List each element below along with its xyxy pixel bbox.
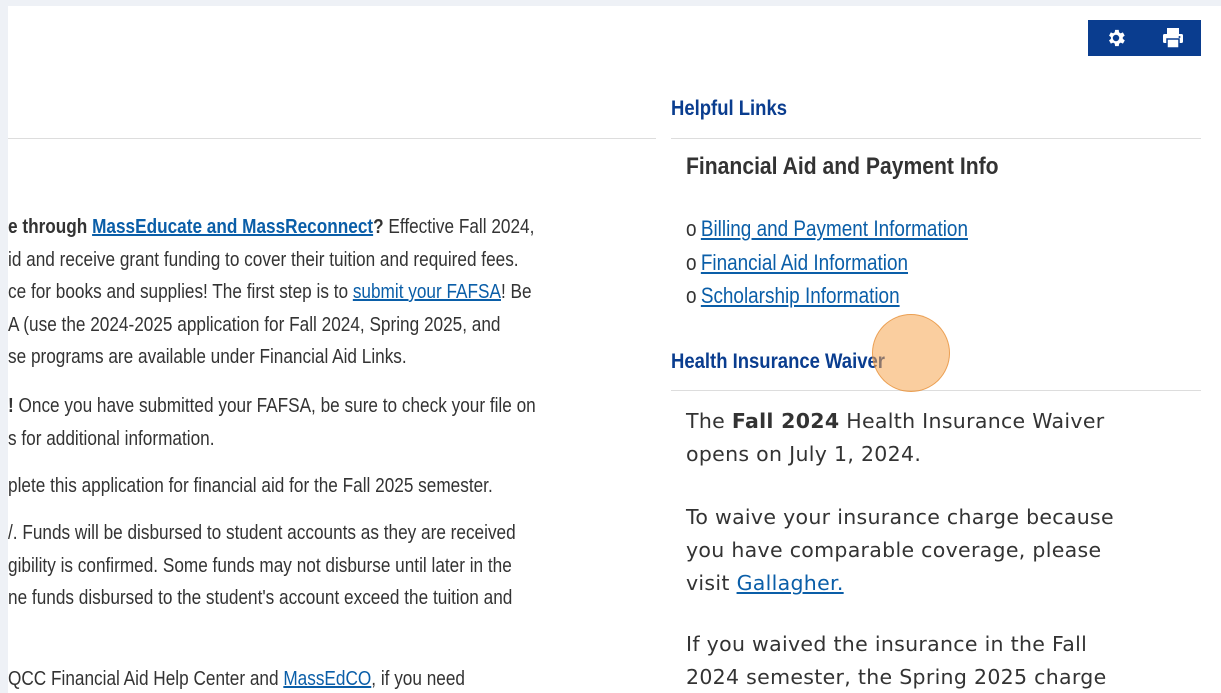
insurance-spring-charge-text: If you waived the insurance in the Fall … (686, 632, 1107, 689)
divider (671, 138, 1201, 139)
settings-button[interactable] (1096, 20, 1136, 56)
paragraph-fafsa-check: ! Once you have submitted your FAFSA, be… (8, 395, 536, 450)
list-item: o Scholarship Information (686, 283, 900, 308)
helpful-links-list: o Billing and Payment Information o Financ… (686, 212, 968, 313)
paragraph-masseducate: e through MassEducate and MassReconnect?… (8, 216, 535, 368)
print-button[interactable] (1153, 20, 1193, 56)
divider (8, 138, 656, 139)
billing-payment-link[interactable]: Billing and Payment Information (701, 216, 968, 241)
insurance-waive-instructions: To waive your insurance charge because y… (686, 505, 1114, 595)
print-icon (1162, 28, 1183, 49)
health-insurance-heading: Health Insurance Waiver (671, 350, 885, 373)
scholarship-info-link[interactable]: Scholarship Information (701, 283, 900, 308)
paragraph-help-center: QCC Financial Aid Help Center and MassEd… (8, 668, 465, 690)
paragraph-fall-2025: plete this application for financial aid… (8, 475, 493, 497)
insurance-waiver-opens-text: The Fall 2024 Health Insurance Waiver op… (686, 409, 1105, 466)
submit-fafsa-link[interactable]: submit your FAFSA (353, 281, 501, 303)
massedco-link[interactable]: MassEdCO (283, 668, 371, 690)
main-content: e through MassEducate and MassReconnect?… (8, 6, 658, 693)
list-item: o Billing and Payment Information (686, 216, 968, 241)
financial-aid-info-link[interactable]: Financial Aid Information (701, 250, 908, 275)
helpful-links-heading: Helpful Links (671, 97, 788, 120)
page-toolbar (1088, 20, 1201, 56)
gallagher-link[interactable]: Gallagher. (737, 571, 844, 595)
paragraph-disbursement: /. Funds will be disbursed to student ac… (8, 522, 516, 609)
page: e through MassEducate and MassReconnect?… (8, 6, 1221, 693)
divider (671, 390, 1201, 391)
gear-icon (1109, 29, 1126, 47)
list-item: o Financial Aid Information (686, 249, 909, 275)
financial-aid-subheading: Financial Aid and Payment Info (686, 153, 999, 180)
masseducate-link[interactable]: MassEducate and MassReconnect (92, 216, 373, 238)
